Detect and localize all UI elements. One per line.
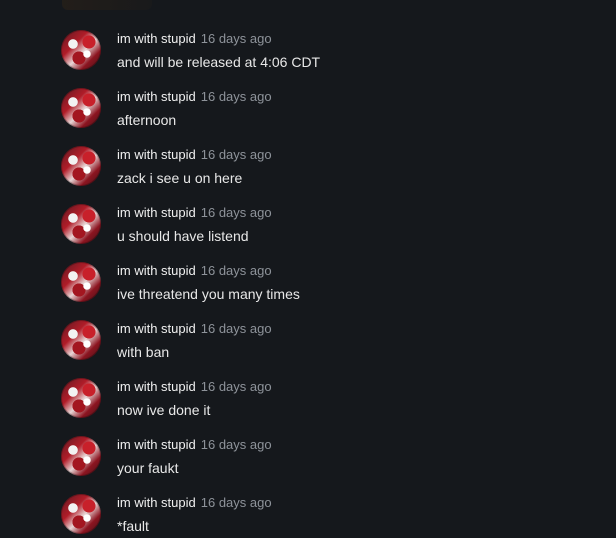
author-name[interactable]: im with stupid — [117, 89, 196, 104]
message-text: afternoon — [117, 112, 177, 128]
user-avatar[interactable] — [61, 146, 101, 186]
author-name[interactable]: im with stupid — [117, 31, 196, 46]
chat-message: im with stupid 16 days ago with ban — [0, 318, 616, 376]
message-text: your faukt — [117, 460, 179, 476]
author-name[interactable]: im with stupid — [117, 321, 196, 336]
chat-panel: im with stupid 16 days ago and will be re… — [0, 0, 616, 538]
user-avatar[interactable] — [61, 262, 101, 302]
chat-message: im with stupid 16 days ago and will be re… — [0, 28, 616, 86]
message-header: im with stupid 16 days ago — [117, 89, 272, 105]
message-text: with ban — [117, 344, 170, 360]
previous-message-remnant — [62, 0, 152, 10]
author-name[interactable]: im with stupid — [117, 379, 196, 394]
user-avatar[interactable] — [61, 88, 101, 128]
message-text: *fault — [117, 518, 149, 534]
author-name[interactable]: im with stupid — [117, 147, 196, 162]
message-header: im with stupid 16 days ago — [117, 495, 272, 511]
message-timestamp: 16 days ago — [200, 263, 272, 278]
message-header: im with stupid 16 days ago — [117, 321, 272, 337]
user-avatar[interactable] — [61, 204, 101, 244]
chat-message: im with stupid 16 days ago ive threatend … — [0, 260, 616, 318]
author-name[interactable]: im with stupid — [117, 437, 196, 452]
author-name[interactable]: im with stupid — [117, 263, 196, 278]
chat-message: im with stupid 16 days ago zack i see u o… — [0, 144, 616, 202]
chat-message: im with stupid 16 days ago now ive done i… — [0, 376, 616, 434]
message-text: ive threatend you many times — [117, 286, 300, 302]
message-header: im with stupid 16 days ago — [117, 379, 272, 395]
user-avatar[interactable] — [61, 436, 101, 476]
message-text: now ive done it — [117, 402, 211, 418]
message-text: zack i see u on here — [117, 170, 243, 186]
user-avatar[interactable] — [61, 494, 101, 534]
message-timestamp: 16 days ago — [200, 379, 272, 394]
message-text: u should have listend — [117, 228, 249, 244]
chat-message: im with stupid 16 days ago u should have … — [0, 202, 616, 260]
message-header: im with stupid 16 days ago — [117, 31, 272, 47]
user-avatar[interactable] — [61, 320, 101, 360]
chat-message: im with stupid 16 days ago *fault — [0, 492, 616, 538]
user-avatar[interactable] — [61, 30, 101, 70]
message-text: and will be released at 4:06 CDT — [117, 54, 321, 70]
message-timestamp: 16 days ago — [200, 147, 272, 162]
author-name[interactable]: im with stupid — [117, 205, 196, 220]
message-header: im with stupid 16 days ago — [117, 147, 272, 163]
message-timestamp: 16 days ago — [200, 89, 272, 104]
message-timestamp: 16 days ago — [200, 495, 272, 510]
author-name[interactable]: im with stupid — [117, 495, 196, 510]
message-timestamp: 16 days ago — [200, 437, 272, 452]
message-header: im with stupid 16 days ago — [117, 437, 272, 453]
message-timestamp: 16 days ago — [200, 321, 272, 336]
chat-message: im with stupid 16 days ago your faukt — [0, 434, 616, 492]
message-header: im with stupid 16 days ago — [117, 263, 272, 279]
message-list: im with stupid 16 days ago and will be re… — [0, 28, 616, 538]
message-header: im with stupid 16 days ago — [117, 205, 272, 221]
user-avatar[interactable] — [61, 378, 101, 418]
message-timestamp: 16 days ago — [200, 205, 272, 220]
chat-message: im with stupid 16 days ago afternoon — [0, 86, 616, 144]
message-timestamp: 16 days ago — [200, 31, 272, 46]
